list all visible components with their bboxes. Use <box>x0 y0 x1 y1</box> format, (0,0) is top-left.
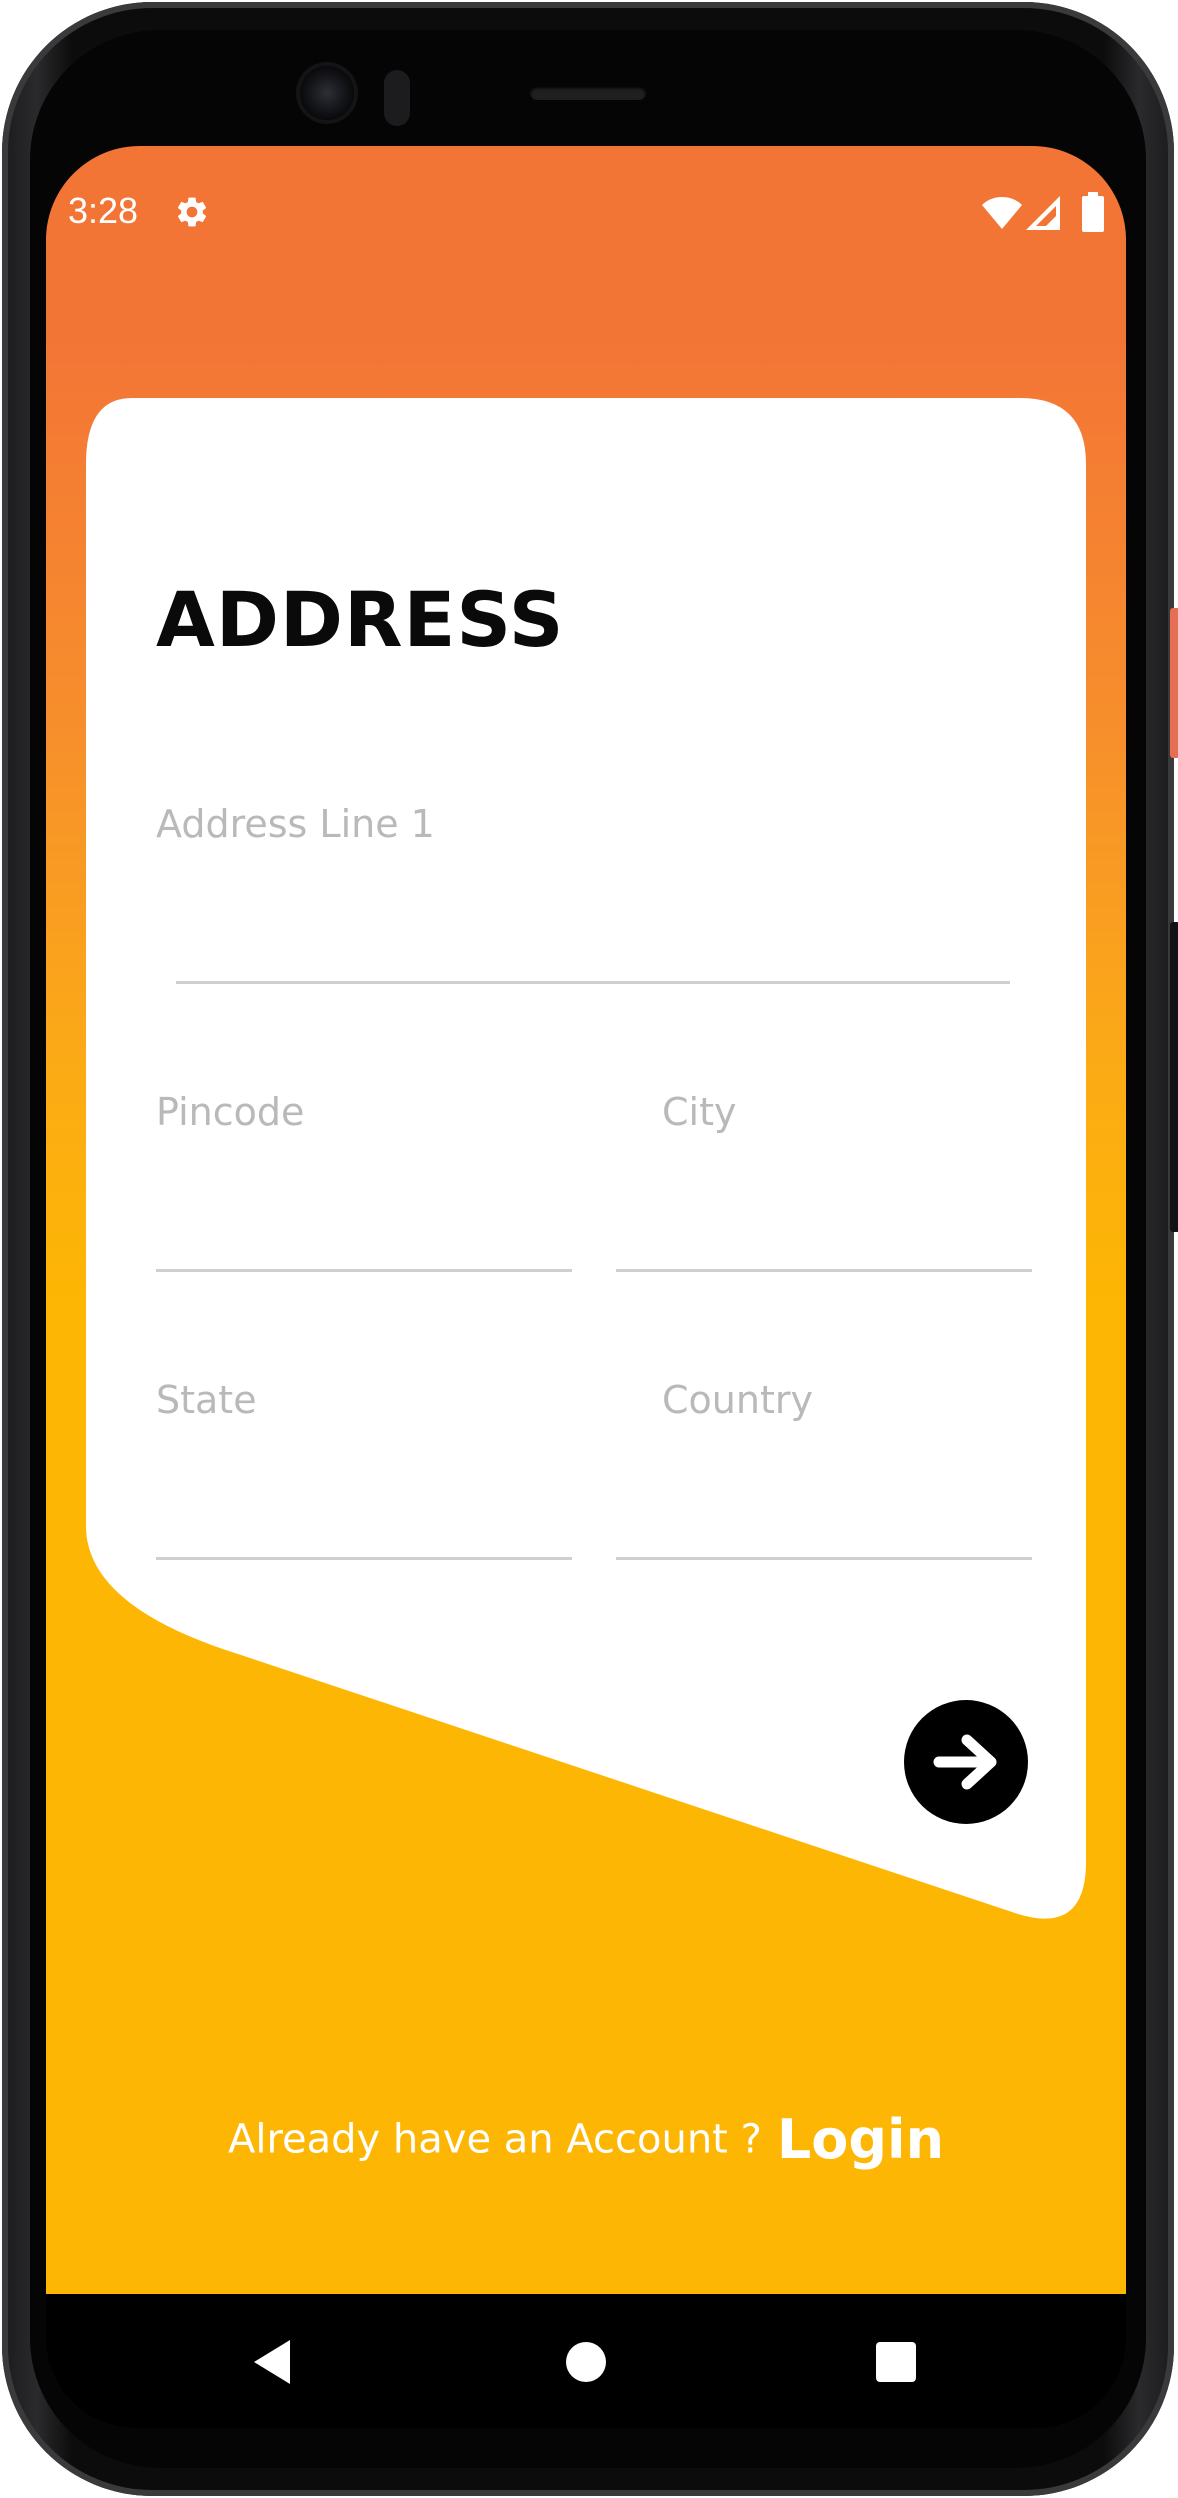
home-circle-icon[interactable] <box>566 2342 606 2382</box>
city-underline <box>616 1269 1032 1272</box>
pincode-field[interactable]: Pincode <box>156 1090 572 1272</box>
arrow-right-icon <box>933 1734 997 1790</box>
back-triangle-icon[interactable] <box>252 2338 292 2386</box>
login-link[interactable]: Login <box>777 2108 944 2171</box>
country-placeholder: Country <box>662 1378 813 1422</box>
recents-square-icon[interactable] <box>876 2342 916 2382</box>
state-field[interactable]: State <box>156 1378 572 1560</box>
next-button[interactable] <box>904 1700 1028 1824</box>
state-underline <box>156 1557 572 1560</box>
front-camera <box>300 66 354 120</box>
form-card <box>86 398 1086 1919</box>
page-title: ADDRESS <box>156 575 565 664</box>
login-prompt-text: Already have an Account ? <box>227 2116 762 2163</box>
address-line-1-underline <box>176 981 1010 984</box>
address-line-1-field[interactable]: Address Line 1 <box>156 802 1010 984</box>
pincode-placeholder: Pincode <box>156 1090 305 1134</box>
pincode-underline <box>156 1269 572 1272</box>
proximity-sensor <box>384 70 410 126</box>
address-line-1-placeholder: Address Line 1 <box>156 802 435 846</box>
state-placeholder: State <box>156 1378 257 1422</box>
country-field[interactable]: Country <box>616 1378 1032 1560</box>
login-prompt: Already have an Account ? Login <box>46 2108 1126 2171</box>
volume-button <box>1170 922 1178 1232</box>
city-placeholder: City <box>662 1090 737 1134</box>
app-screen: 3:28 ADDRESS Address Line 1 Pincode City <box>46 146 1126 2294</box>
power-button <box>1170 608 1178 758</box>
earpiece-speaker <box>530 86 646 100</box>
city-field[interactable]: City <box>616 1090 1032 1272</box>
navigation-bar <box>46 2294 1126 2428</box>
country-underline <box>616 1557 1032 1560</box>
